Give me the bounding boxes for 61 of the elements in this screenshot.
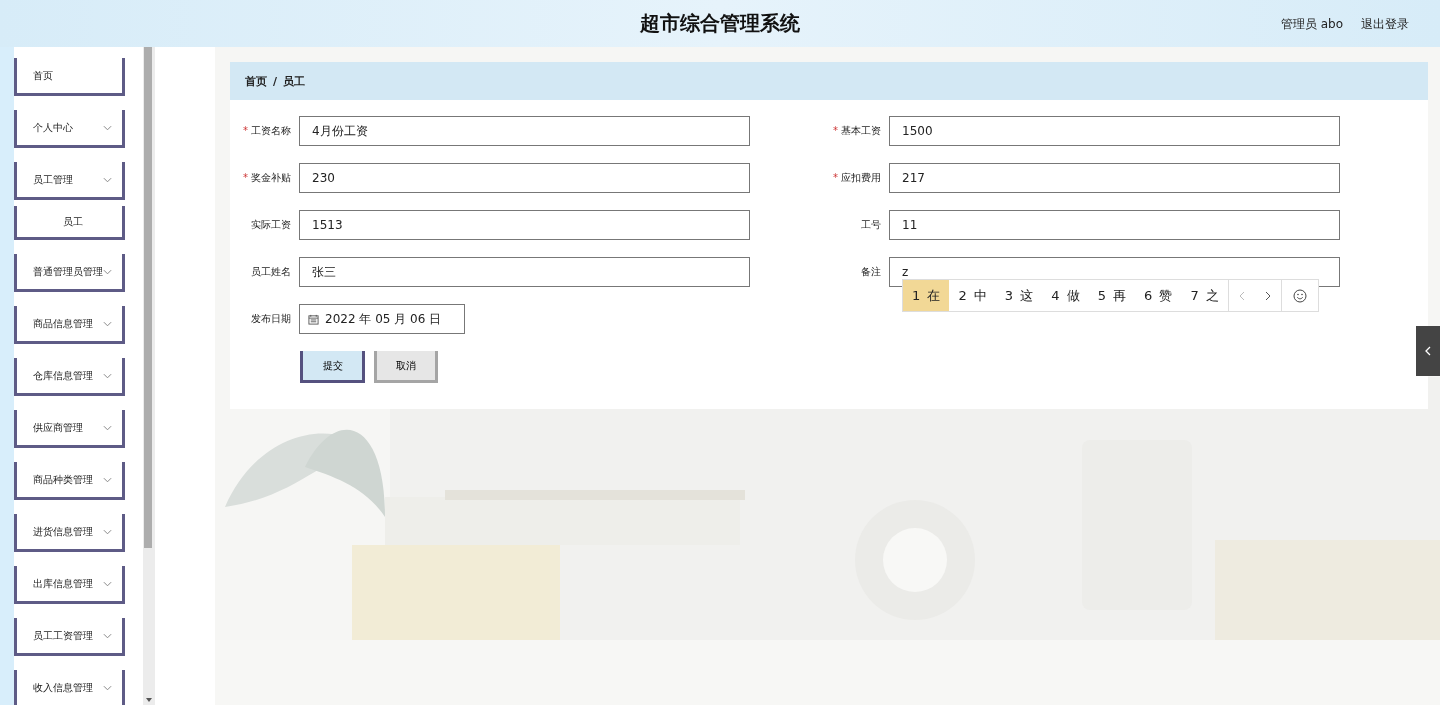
sidebar-item[interactable]: 个人中心 (14, 110, 125, 148)
chevron-down-icon (103, 424, 112, 431)
required-mark: * (833, 172, 838, 183)
input-field[interactable]: 4月份工资 (299, 116, 750, 146)
input-field[interactable]: 张三 (299, 257, 750, 287)
sidebar-item[interactable]: 进货信息管理 (14, 514, 125, 552)
scrollbar[interactable] (143, 47, 155, 705)
sidebar-subitem[interactable]: 员工 (14, 206, 125, 240)
chevron-right-icon[interactable] (1264, 290, 1271, 301)
date-field[interactable]: 2022 年 05 月 06 日 (299, 304, 465, 334)
chevron-down-icon (103, 528, 112, 535)
field-label: 发布日期 (251, 313, 291, 324)
cancel-button[interactable]: 取消 (374, 351, 438, 383)
chevron-down-icon (103, 684, 112, 691)
required-mark: * (243, 125, 248, 136)
chevron-left-icon (1425, 346, 1431, 356)
field-label: 备注 (861, 266, 881, 277)
input-field[interactable]: 1513 (299, 210, 750, 240)
ime-candidate[interactable]: 1 在 (903, 280, 950, 311)
chevron-down-icon (103, 268, 112, 275)
input-field[interactable]: 11 (889, 210, 1340, 240)
sidebar-item[interactable]: 商品信息管理 (14, 306, 125, 344)
sidebar-item[interactable]: 收入信息管理 (14, 670, 125, 705)
field-label: 工号 (861, 219, 881, 230)
input-field[interactable]: 217 (889, 163, 1340, 193)
sidebar-item[interactable]: 首页 (14, 58, 125, 96)
chevron-down-icon (103, 476, 112, 483)
chevron-down-icon (103, 124, 112, 131)
sidebar-item[interactable]: 出库信息管理 (14, 566, 125, 604)
chevron-down-icon (103, 372, 112, 379)
sidebar-item[interactable]: 普通管理员管理 (14, 254, 125, 292)
sidebar-item[interactable]: 员工工资管理 (14, 618, 125, 656)
field-label: 奖金补贴 (251, 172, 291, 183)
date-value: 2022 年 05 月 06 日 (325, 310, 442, 328)
breadcrumb-item: 员工 (283, 73, 306, 89)
sidebar-item[interactable]: 商品种类管理 (14, 462, 125, 500)
input-field[interactable]: 230 (299, 163, 750, 193)
sidebar-item[interactable]: 员工管理 (14, 162, 125, 200)
chevron-down-icon (103, 176, 112, 183)
breadcrumb-item[interactable]: 首页 (245, 73, 267, 89)
chevron-down-icon (103, 632, 112, 639)
smiley-icon[interactable] (1292, 288, 1307, 303)
calendar-icon (308, 313, 319, 325)
logout-link[interactable]: 退出登录 (1361, 16, 1409, 33)
field-label: 工资名称 (251, 125, 291, 136)
sidebar-item[interactable]: 仓库信息管理 (14, 358, 125, 396)
app-title: 超市综合管理系统 (640, 10, 800, 37)
chevron-down-icon (103, 580, 112, 587)
field-label: 应扣费用 (841, 172, 881, 183)
breadcrumb-separator: / (273, 74, 278, 88)
chevron-down-icon (103, 320, 112, 327)
required-mark: * (833, 125, 838, 136)
user-name: 管理员 abo (1280, 16, 1343, 33)
input-field[interactable]: 1500 (889, 116, 1340, 146)
field-label: 员工姓名 (251, 266, 291, 277)
scroll-down-icon[interactable] (146, 698, 152, 702)
field-label: 实际工资 (251, 219, 291, 230)
required-mark: * (243, 172, 248, 183)
sidebar-item[interactable]: 供应商管理 (14, 410, 125, 448)
submit-button[interactable]: 提交 (300, 351, 365, 383)
field-label: 基本工资 (841, 125, 881, 136)
